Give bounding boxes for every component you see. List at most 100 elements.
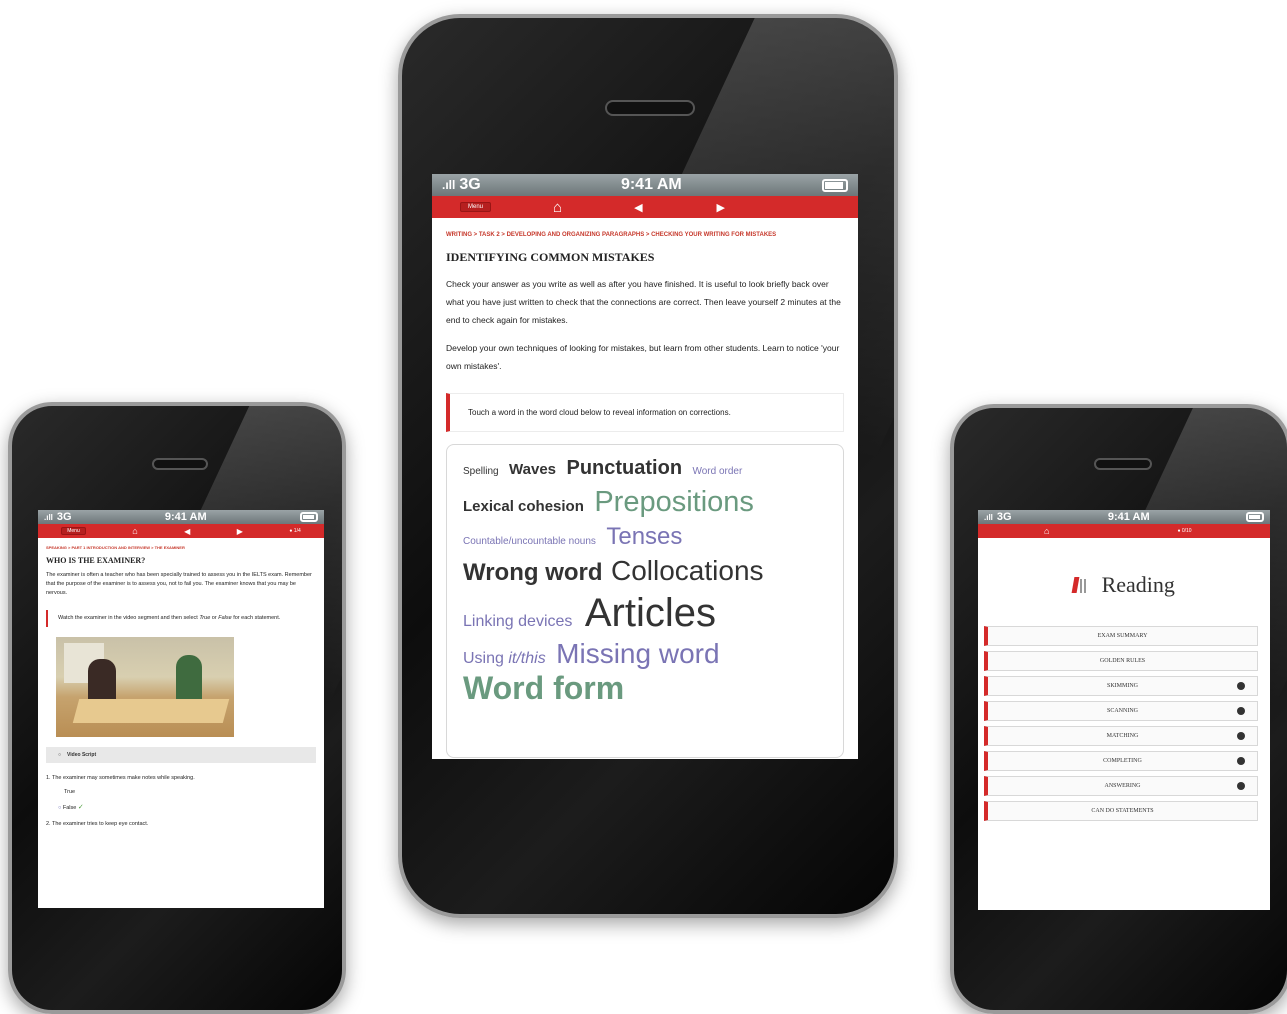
- content: WRITING > TASK 2 > DEVELOPING AND ORGANI…: [432, 218, 858, 758]
- home-icon[interactable]: ⌂: [553, 199, 562, 216]
- cloud-word-waves[interactable]: Waves: [509, 461, 556, 478]
- right-phone: .ıll 3G 9:41 AM ⌂ ● 0/10 Reading EXAM SU…: [950, 404, 1287, 1014]
- cloud-row-6: Using it/this Missing word: [463, 638, 827, 670]
- reading-menu: EXAM SUMMARY GOLDEN RULES SKIMMING SCANN…: [978, 626, 1270, 821]
- radio-icon: ○: [58, 805, 62, 811]
- center-phone-speaker: [605, 100, 695, 116]
- content: SPEAKING > PART 1 INTRODUCTION AND INTER…: [38, 538, 324, 831]
- cloud-row-2: Lexical cohesion Prepositions: [463, 486, 827, 519]
- signal-indicator: .ıll 3G: [984, 511, 1012, 523]
- cloud-word-countable[interactable]: Countable/uncountable nouns: [463, 536, 596, 547]
- cloud-word-missing-word[interactable]: Missing word: [556, 638, 719, 670]
- section-title: Reading: [1101, 572, 1175, 597]
- left-phone-screen: .ıll 3G 9:41 AM Menu ⌂ ◀ ▶ ● 1/4 SPEAKIN…: [38, 510, 324, 908]
- arrow-left-icon[interactable]: ◀: [634, 201, 642, 214]
- instruction-false: False: [218, 615, 232, 621]
- cloud-word-using-it-this[interactable]: Using it/this: [463, 650, 546, 668]
- clock: 9:41 AM: [620, 176, 682, 193]
- center-phone-screen: .ıll 3G 9:41 AM Menu ⌂ ◀ ▶ WRITING > TAS…: [432, 174, 858, 759]
- menu-item-scanning[interactable]: SCANNING: [984, 701, 1258, 721]
- status-dot-icon: [1237, 782, 1245, 790]
- cloud-word-wrong-word[interactable]: Wrong word: [463, 559, 603, 587]
- arrow-right-icon[interactable]: ▶: [717, 201, 725, 214]
- video-player[interactable]: [56, 637, 234, 737]
- page-title: IDENTIFYING COMMON MISTAKES: [446, 250, 655, 264]
- right-phone-speaker: [1094, 458, 1152, 470]
- cloud-word-linking-devices[interactable]: Linking devices: [463, 613, 572, 631]
- clock: 9:41 AM: [164, 511, 207, 523]
- signal-bars-icon: .ıll: [442, 178, 456, 192]
- arrow-left-icon[interactable]: ◀: [184, 527, 190, 536]
- progress-badge: ● 1/4: [289, 528, 301, 534]
- status-dot-icon: [1237, 757, 1245, 765]
- signal-bars-icon: .ıll: [984, 512, 993, 522]
- menu-button[interactable]: Menu: [61, 527, 86, 535]
- cloud-word-lexical-cohesion[interactable]: Lexical cohesion: [463, 498, 584, 515]
- expand-icon: ○: [58, 752, 62, 758]
- instruction-box: Touch a word in the word cloud below to …: [446, 393, 844, 432]
- option-true[interactable]: True: [64, 789, 316, 795]
- menu-item-golden-rules[interactable]: GOLDEN RULES: [984, 651, 1258, 671]
- option-false[interactable]: ○ False ✓: [58, 803, 316, 811]
- carrier-label: 3G: [56, 511, 72, 523]
- status-dot-icon: [1237, 732, 1245, 740]
- nav-bar: Menu ⌂ ◀ ▶: [432, 196, 858, 218]
- status-bar: .ıll 3G 9:41 AM: [38, 510, 324, 524]
- instruction-box: Watch the examiner in the video segment …: [46, 610, 316, 627]
- cloud-row-4: Wrong word Collocations: [463, 555, 827, 587]
- home-icon[interactable]: ⌂: [132, 526, 137, 536]
- breadcrumb[interactable]: SPEAKING > PART 1 INTRODUCTION AND INTER…: [46, 545, 316, 550]
- reading-header: Reading: [978, 572, 1270, 598]
- nav-bar: Menu ⌂ ◀ ▶ ● 1/4: [38, 524, 324, 538]
- question-1: 1. The examiner may sometimes make notes…: [46, 775, 195, 781]
- status-bar: .ıll 3G 9:41 AM: [432, 174, 858, 196]
- cloud-word-word-order[interactable]: Word order: [692, 466, 742, 477]
- menu-item-completing[interactable]: COMPLETING: [984, 751, 1258, 771]
- instruction-text-b: for each statement.: [231, 615, 281, 621]
- status-dot-icon: [1237, 682, 1245, 690]
- cloud-row-7: Word form: [463, 670, 827, 707]
- menu-item-exam-summary[interactable]: EXAM SUMMARY: [984, 626, 1258, 646]
- right-phone-screen: .ıll 3G 9:41 AM ⌂ ● 0/10 Reading EXAM SU…: [978, 510, 1270, 910]
- cloud-word-prepositions[interactable]: Prepositions: [594, 486, 754, 519]
- signal-bars-icon: .ıll: [44, 512, 53, 522]
- home-icon[interactable]: ⌂: [1044, 526, 1049, 536]
- paragraph-2: Develop your own techniques of looking f…: [446, 343, 840, 371]
- video-script-label: Video Script: [67, 752, 97, 758]
- video-script-bar[interactable]: ○ Video Script: [46, 747, 316, 763]
- battery-icon: [299, 512, 318, 522]
- cloud-word-tenses[interactable]: Tenses: [606, 523, 682, 551]
- cloud-word-word-form[interactable]: Word form: [463, 670, 624, 707]
- paragraph-1: Check your answer as you write as well a…: [446, 279, 841, 325]
- arrow-right-icon[interactable]: ▶: [237, 527, 243, 536]
- center-phone: .ıll 3G 9:41 AM Menu ⌂ ◀ ▶ WRITING > TAS…: [398, 14, 898, 918]
- intro-paragraph: The examiner is often a teacher who has …: [46, 572, 312, 596]
- cloud-row-3: Countable/uncountable nouns Tenses: [463, 523, 827, 551]
- breadcrumb[interactable]: WRITING > TASK 2 > DEVELOPING AND ORGANI…: [446, 230, 844, 240]
- menu-item-skimming[interactable]: SKIMMING: [984, 676, 1258, 696]
- carrier-label: 3G: [459, 176, 481, 193]
- word-cloud: Spelling Waves Punctuation Word order Le…: [446, 444, 844, 758]
- question-2: 2. The examiner tries to keep eye contac…: [46, 821, 149, 827]
- left-phone: .ıll 3G 9:41 AM Menu ⌂ ◀ ▶ ● 1/4 SPEAKIN…: [8, 402, 346, 1014]
- clock: 9:41 AM: [1107, 511, 1150, 523]
- carrier-label: 3G: [996, 511, 1012, 523]
- books-icon: [1071, 577, 1087, 593]
- cloud-row-1: Spelling Waves Punctuation Word order: [463, 457, 827, 480]
- nav-bar: ⌂ ● 0/10: [978, 524, 1270, 538]
- battery-icon: [821, 178, 848, 192]
- cloud-word-collocations[interactable]: Collocations: [611, 555, 764, 587]
- menu-item-can-do-statements[interactable]: CAN DO STATEMENTS: [984, 801, 1258, 821]
- menu-button[interactable]: Menu: [460, 202, 492, 212]
- cloud-row-5: Linking devices Articles: [463, 591, 827, 636]
- check-icon: ✓: [77, 804, 84, 811]
- video-table: [72, 699, 230, 723]
- battery-icon: [1245, 512, 1264, 522]
- cloud-word-punctuation[interactable]: Punctuation: [566, 457, 682, 480]
- signal-indicator: .ıll 3G: [44, 511, 72, 523]
- cloud-word-articles[interactable]: Articles: [585, 591, 716, 636]
- menu-item-matching[interactable]: MATCHING: [984, 726, 1258, 746]
- menu-item-answering[interactable]: ANSWERING: [984, 776, 1258, 796]
- cloud-word-spelling[interactable]: Spelling: [463, 466, 499, 477]
- status-bar: .ıll 3G 9:41 AM: [978, 510, 1270, 524]
